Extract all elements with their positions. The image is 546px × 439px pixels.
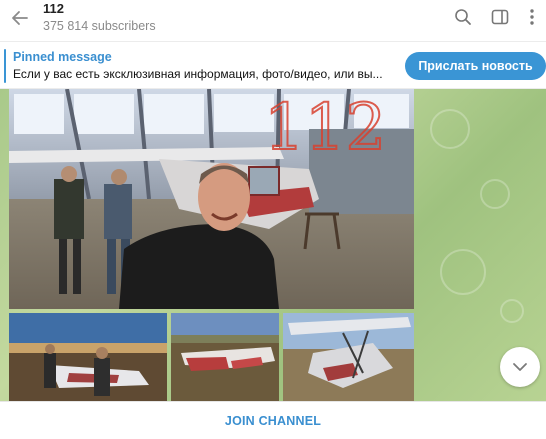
wreckage-photo (9, 313, 167, 401)
crumpled-plane-photo (283, 313, 414, 401)
hangar-photo: 112 (9, 89, 414, 309)
back-arrow-icon (12, 11, 28, 25)
more-button[interactable] (522, 7, 542, 27)
photo-main[interactable]: 112 (9, 89, 414, 309)
join-channel-button[interactable]: JOIN CHANNEL (0, 402, 546, 439)
send-news-button[interactable]: Прислать новость (405, 52, 546, 80)
scroll-to-bottom-button[interactable] (500, 347, 540, 387)
more-vertical-icon (530, 9, 534, 25)
photo-wreckage-2[interactable] (171, 313, 279, 401)
photo-watermark: 112 (264, 91, 386, 165)
chat-header: 112 375 814 subscribers (0, 0, 546, 40)
back-button[interactable] (8, 6, 32, 30)
pinned-accent-line (4, 49, 6, 83)
photo-wreckage-3[interactable] (283, 313, 414, 401)
channel-title[interactable]: 112 (43, 1, 64, 16)
search-icon (455, 9, 471, 25)
footer-bar: JOIN CHANNEL (0, 401, 546, 439)
subscriber-count: 375 814 subscribers (43, 19, 156, 33)
field-wreckage-photo (171, 313, 279, 401)
pinned-title: Pinned message (13, 50, 112, 64)
search-button[interactable] (453, 7, 473, 27)
sidebar-toggle-button[interactable] (490, 7, 510, 27)
sidebar-toggle-icon (491, 9, 509, 25)
photo-wreckage-1[interactable] (9, 313, 167, 401)
pinned-text: Если у вас есть эксклюзивная информация,… (13, 67, 383, 81)
chevron-down-icon (513, 363, 527, 371)
